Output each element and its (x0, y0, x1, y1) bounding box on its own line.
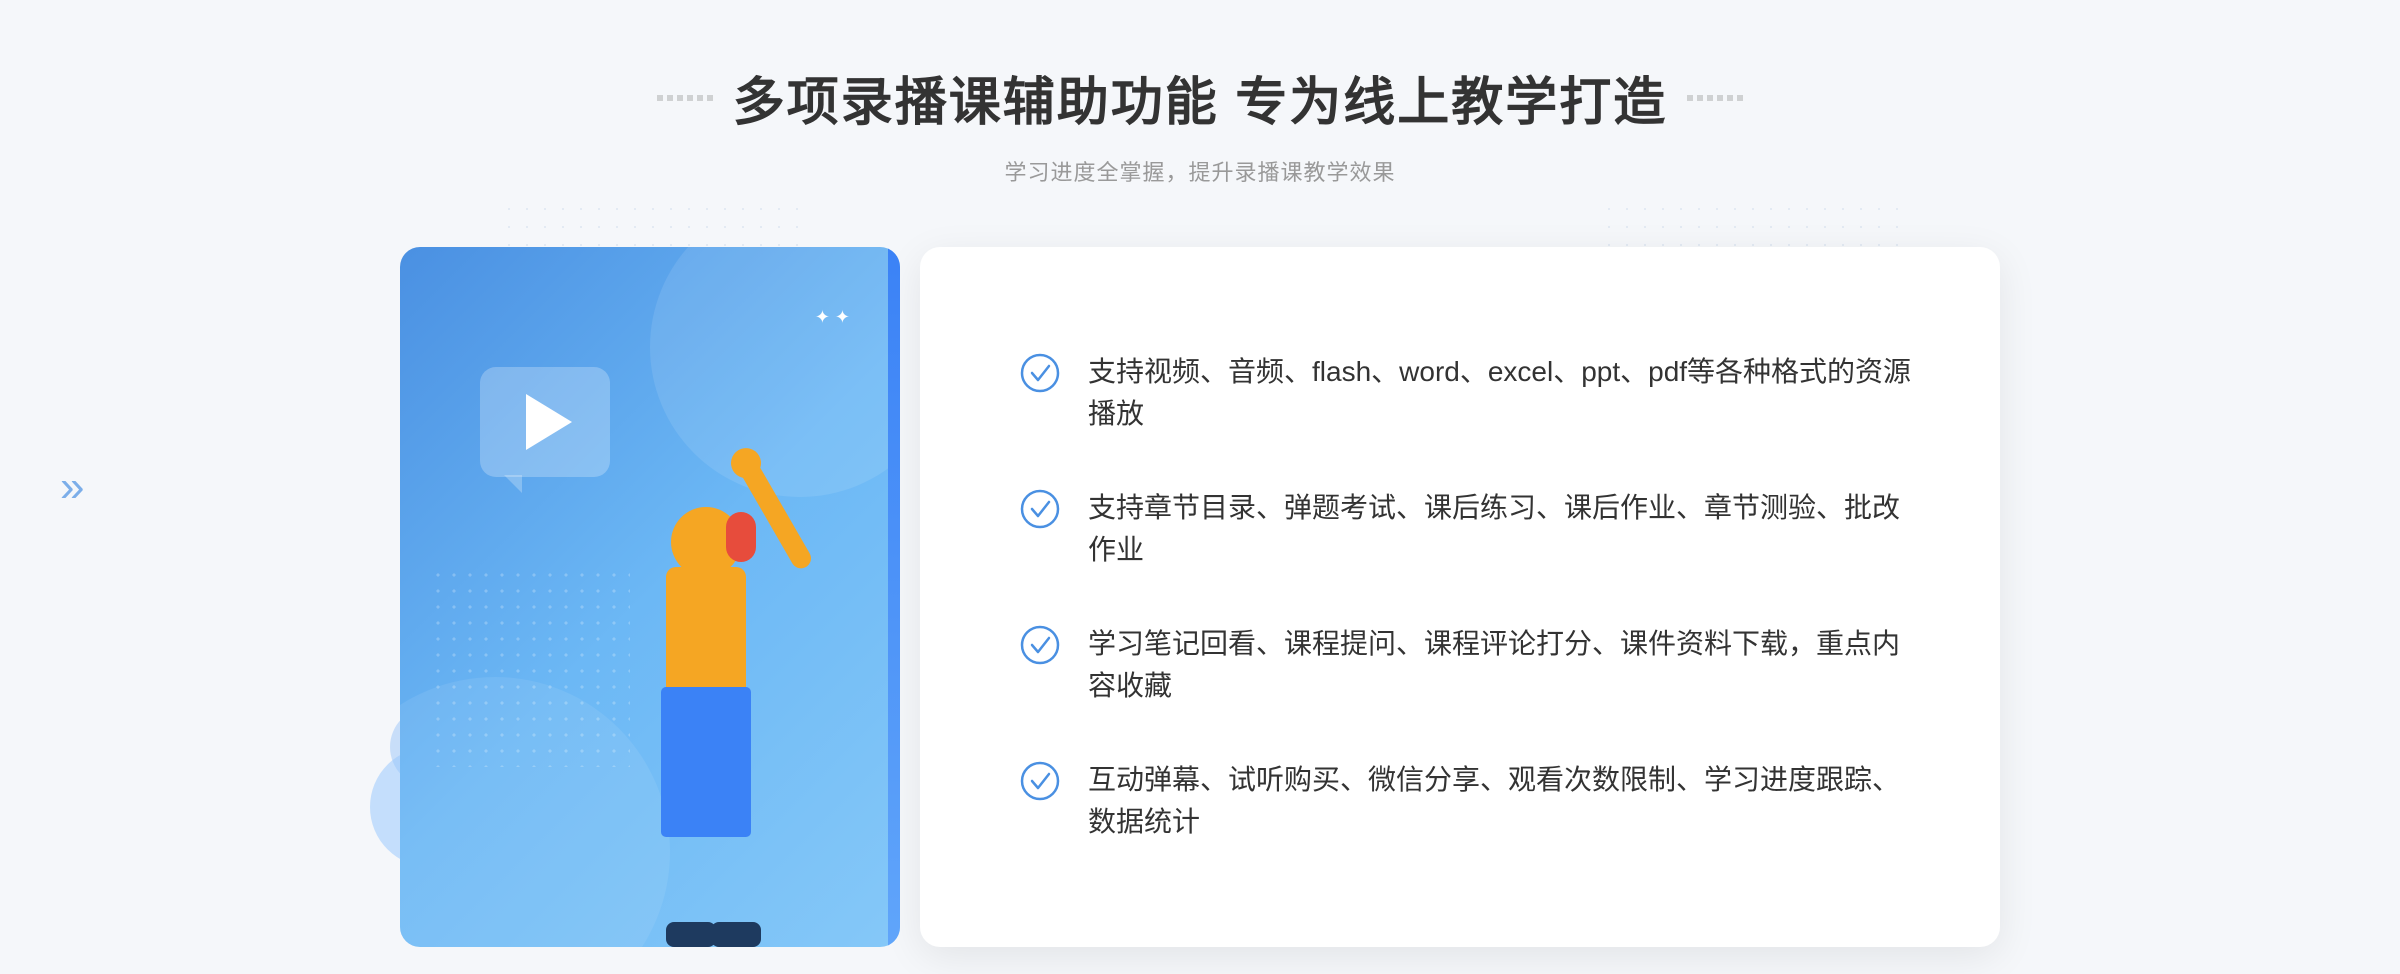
check-icon-2 (1020, 489, 1060, 529)
feature-list: 支持视频、音频、flash、word、excel、ppt、pdf等各种格式的资源… (1020, 307, 1920, 887)
feature-text-1: 支持视频、音频、flash、word、excel、ppt、pdf等各种格式的资源… (1088, 351, 1920, 435)
figure-illustration (566, 427, 846, 947)
page-left-chevron: » (60, 462, 84, 512)
vertical-accent-bar (888, 247, 900, 947)
main-title: 多项录播课辅助功能 专为线上教学打造 (733, 60, 1667, 135)
illustration-card: ✦ ✦ (400, 247, 900, 947)
left-decorator (657, 95, 713, 101)
feature-text-2: 支持章节目录、弹题考试、课后练习、课后作业、章节测验、批改作业 (1088, 487, 1920, 571)
sparkle-decoration: ✦ ✦ (815, 307, 850, 328)
figure-shoe-left (666, 922, 716, 947)
feature-item-4: 互动弹幕、试听购买、微信分享、观看次数限制、学习进度跟踪、数据统计 (1020, 759, 1920, 843)
feature-text-3: 学习笔记回看、课程提问、课程评论打分、课件资料下载，重点内容收藏 (1088, 623, 1920, 707)
feature-card: 支持视频、音频、flash、word、excel、ppt、pdf等各种格式的资源… (920, 247, 2000, 947)
right-decorator (1687, 95, 1743, 101)
header-section: 多项录播课辅助功能 专为线上教学打造 学习进度全掌握，提升录播课教学效果 (657, 60, 1743, 187)
subtitle: 学习进度全掌握，提升录播课教学效果 (657, 155, 1743, 187)
check-icon-3 (1020, 625, 1060, 665)
check-icon-4 (1020, 761, 1060, 801)
left-panel: ✦ ✦ (400, 247, 960, 947)
feature-text-4: 互动弹幕、试听购买、微信分享、观看次数限制、学习进度跟踪、数据统计 (1088, 759, 1920, 843)
feature-item-2: 支持章节目录、弹题考试、课后练习、课后作业、章节测验、批改作业 (1020, 487, 1920, 571)
check-icon-1 (1020, 353, 1060, 393)
main-content: ✦ ✦ (400, 247, 2000, 947)
page-container: » 多项录播课辅助功能 专为线上教学打造 学习进度全掌握，提升录播课教学效果 (0, 0, 2400, 974)
figure-shoe-right (711, 922, 761, 947)
header-title-row: 多项录播课辅助功能 专为线上教学打造 (657, 60, 1743, 135)
feature-item-1: 支持视频、音频、flash、word、excel、ppt、pdf等各种格式的资源… (1020, 351, 1920, 435)
figure-body (666, 567, 746, 697)
figure-pants (661, 687, 751, 837)
feature-item-3: 学习笔记回看、课程提问、课程评论打分、课件资料下载，重点内容收藏 (1020, 623, 1920, 707)
